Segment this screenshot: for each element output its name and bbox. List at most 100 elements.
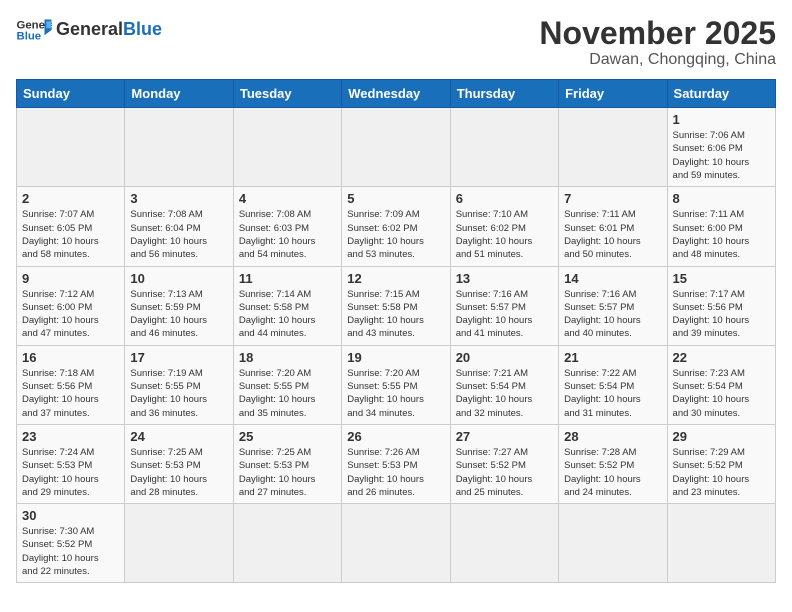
calendar-header-row: SundayMondayTuesdayWednesdayThursdayFrid… (17, 80, 776, 108)
day-info: Sunrise: 7:20 AM Sunset: 5:55 PM Dayligh… (239, 367, 336, 420)
day-number: 7 (564, 191, 661, 206)
day-number: 14 (564, 271, 661, 286)
page-header: General Blue GeneralBlue November 2025 D… (16, 16, 776, 69)
calendar-week-row: 16Sunrise: 7:18 AM Sunset: 5:56 PM Dayli… (17, 345, 776, 424)
calendar-cell (125, 108, 233, 187)
calendar-cell: 15 Sunrise: 7:17 AM Sunset: 5:56 PM Dayli… (667, 266, 775, 345)
day-info: Sunrise: 7:18 AM Sunset: 5:56 PM Dayligh… (22, 367, 119, 420)
day-number: 21 (564, 350, 661, 365)
calendar-cell: 30 Sunrise: 7:30 AM Sunset: 5:52 PM Dayli… (17, 504, 125, 583)
calendar-cell: 3 Sunrise: 7:08 AM Sunset: 6:04 PM Daylig… (125, 187, 233, 266)
weekday-header: Saturday (667, 80, 775, 108)
title-area: November 2025 Dawan, Chongqing, China (539, 16, 776, 69)
calendar-cell (559, 108, 667, 187)
day-info: Sunrise: 7:21 AM Sunset: 5:54 PM Dayligh… (456, 367, 553, 420)
day-info: Sunrise: 7:08 AM Sunset: 6:03 PM Dayligh… (239, 208, 336, 261)
calendar-cell: 13 Sunrise: 7:16 AM Sunset: 5:57 PM Dayli… (450, 266, 558, 345)
day-number: 9 (22, 271, 119, 286)
day-number: 6 (456, 191, 553, 206)
calendar-cell: 7 Sunrise: 7:11 AM Sunset: 6:01 PM Daylig… (559, 187, 667, 266)
day-info: Sunrise: 7:07 AM Sunset: 6:05 PM Dayligh… (22, 208, 119, 261)
weekday-header: Sunday (17, 80, 125, 108)
day-info: Sunrise: 7:08 AM Sunset: 6:04 PM Dayligh… (130, 208, 227, 261)
day-info: Sunrise: 7:25 AM Sunset: 5:53 PM Dayligh… (130, 446, 227, 499)
calendar-cell: 9 Sunrise: 7:12 AM Sunset: 6:00 PM Daylig… (17, 266, 125, 345)
day-number: 8 (673, 191, 770, 206)
day-number: 26 (347, 429, 444, 444)
svg-text:Blue: Blue (17, 31, 42, 43)
day-number: 13 (456, 271, 553, 286)
calendar-cell: 17 Sunrise: 7:19 AM Sunset: 5:55 PM Dayli… (125, 345, 233, 424)
calendar-cell: 16Sunrise: 7:18 AM Sunset: 5:56 PM Dayli… (17, 345, 125, 424)
calendar-cell: 25 Sunrise: 7:25 AM Sunset: 5:53 PM Dayli… (233, 424, 341, 503)
day-number: 2 (22, 191, 119, 206)
calendar-cell (233, 108, 341, 187)
calendar-table: SundayMondayTuesdayWednesdayThursdayFrid… (16, 79, 776, 583)
day-number: 23 (22, 429, 119, 444)
calendar-cell: 18Sunrise: 7:20 AM Sunset: 5:55 PM Dayli… (233, 345, 341, 424)
calendar-cell: 28Sunrise: 7:28 AM Sunset: 5:52 PM Dayli… (559, 424, 667, 503)
calendar-cell: 20 Sunrise: 7:21 AM Sunset: 5:54 PM Dayli… (450, 345, 558, 424)
day-info: Sunrise: 7:24 AM Sunset: 5:53 PM Dayligh… (22, 446, 119, 499)
day-number: 10 (130, 271, 227, 286)
day-info: Sunrise: 7:13 AM Sunset: 5:59 PM Dayligh… (130, 288, 227, 341)
logo: General Blue GeneralBlue (16, 16, 162, 44)
calendar-cell: 12 Sunrise: 7:15 AM Sunset: 5:58 PM Dayli… (342, 266, 450, 345)
calendar-cell: 19Sunrise: 7:20 AM Sunset: 5:55 PM Dayli… (342, 345, 450, 424)
day-info: Sunrise: 7:12 AM Sunset: 6:00 PM Dayligh… (22, 288, 119, 341)
location: Dawan, Chongqing, China (539, 51, 776, 69)
day-info: Sunrise: 7:27 AM Sunset: 5:52 PM Dayligh… (456, 446, 553, 499)
day-number: 17 (130, 350, 227, 365)
logo-text: GeneralBlue (56, 20, 162, 40)
calendar-cell: 4 Sunrise: 7:08 AM Sunset: 6:03 PM Daylig… (233, 187, 341, 266)
day-info: Sunrise: 7:15 AM Sunset: 5:58 PM Dayligh… (347, 288, 444, 341)
calendar-cell (342, 108, 450, 187)
day-info: Sunrise: 7:28 AM Sunset: 5:52 PM Dayligh… (564, 446, 661, 499)
day-number: 29 (673, 429, 770, 444)
day-info: Sunrise: 7:11 AM Sunset: 6:01 PM Dayligh… (564, 208, 661, 261)
calendar-cell (17, 108, 125, 187)
weekday-header: Thursday (450, 80, 558, 108)
day-number: 5 (347, 191, 444, 206)
calendar-cell (559, 504, 667, 583)
calendar-week-row: 30 Sunrise: 7:30 AM Sunset: 5:52 PM Dayli… (17, 504, 776, 583)
day-number: 25 (239, 429, 336, 444)
day-info: Sunrise: 7:26 AM Sunset: 5:53 PM Dayligh… (347, 446, 444, 499)
day-info: Sunrise: 7:06 AM Sunset: 6:06 PM Dayligh… (673, 129, 770, 182)
day-info: Sunrise: 7:17 AM Sunset: 5:56 PM Dayligh… (673, 288, 770, 341)
day-info: Sunrise: 7:16 AM Sunset: 5:57 PM Dayligh… (564, 288, 661, 341)
calendar-cell: 23 Sunrise: 7:24 AM Sunset: 5:53 PM Dayli… (17, 424, 125, 503)
month-title: November 2025 (539, 16, 776, 51)
day-info: Sunrise: 7:30 AM Sunset: 5:52 PM Dayligh… (22, 525, 119, 578)
weekday-header: Friday (559, 80, 667, 108)
calendar-cell: 6Sunrise: 7:10 AM Sunset: 6:02 PM Daylig… (450, 187, 558, 266)
day-number: 20 (456, 350, 553, 365)
day-info: Sunrise: 7:16 AM Sunset: 5:57 PM Dayligh… (456, 288, 553, 341)
calendar-cell: 1Sunrise: 7:06 AM Sunset: 6:06 PM Daylig… (667, 108, 775, 187)
day-number: 3 (130, 191, 227, 206)
day-info: Sunrise: 7:23 AM Sunset: 5:54 PM Dayligh… (673, 367, 770, 420)
calendar-cell: 8Sunrise: 7:11 AM Sunset: 6:00 PM Daylig… (667, 187, 775, 266)
day-info: Sunrise: 7:25 AM Sunset: 5:53 PM Dayligh… (239, 446, 336, 499)
day-number: 30 (22, 508, 119, 523)
calendar-cell: 11Sunrise: 7:14 AM Sunset: 5:58 PM Dayli… (233, 266, 341, 345)
weekday-header: Tuesday (233, 80, 341, 108)
weekday-header: Wednesday (342, 80, 450, 108)
calendar-cell: 14 Sunrise: 7:16 AM Sunset: 5:57 PM Dayli… (559, 266, 667, 345)
calendar-cell (450, 504, 558, 583)
day-number: 22 (673, 350, 770, 365)
day-info: Sunrise: 7:19 AM Sunset: 5:55 PM Dayligh… (130, 367, 227, 420)
day-number: 4 (239, 191, 336, 206)
logo-icon: General Blue (16, 16, 52, 44)
day-number: 24 (130, 429, 227, 444)
day-info: Sunrise: 7:14 AM Sunset: 5:58 PM Dayligh… (239, 288, 336, 341)
weekday-header: Monday (125, 80, 233, 108)
calendar-cell: 29 Sunrise: 7:29 AM Sunset: 5:52 PM Dayli… (667, 424, 775, 503)
day-info: Sunrise: 7:22 AM Sunset: 5:54 PM Dayligh… (564, 367, 661, 420)
calendar-cell: 24 Sunrise: 7:25 AM Sunset: 5:53 PM Dayli… (125, 424, 233, 503)
day-number: 15 (673, 271, 770, 286)
day-number: 12 (347, 271, 444, 286)
calendar-cell (450, 108, 558, 187)
calendar-cell: 21 Sunrise: 7:22 AM Sunset: 5:54 PM Dayli… (559, 345, 667, 424)
day-info: Sunrise: 7:29 AM Sunset: 5:52 PM Dayligh… (673, 446, 770, 499)
